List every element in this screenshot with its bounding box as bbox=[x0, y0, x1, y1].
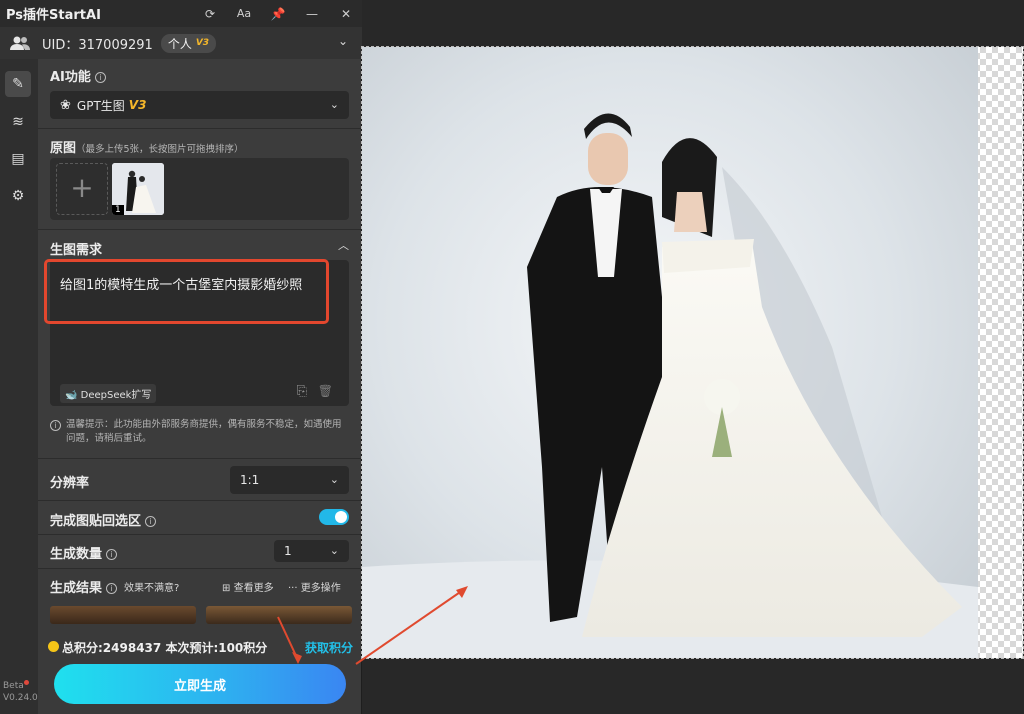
resolution-select[interactable]: 1:1 ⌄ bbox=[230, 466, 349, 494]
estimated-cost: 本次预计:100积分 bbox=[165, 641, 268, 655]
gpt-icon: ❀ bbox=[60, 97, 71, 113]
prompt-label: 生图需求 bbox=[50, 243, 103, 258]
coin-icon bbox=[48, 641, 59, 652]
side-rail: ✎ ≋ ▤ ⚙ bbox=[0, 59, 38, 714]
total-points: 总积分:2498437 bbox=[62, 641, 162, 655]
quantity-label: 生成数量 i bbox=[50, 543, 118, 562]
trash-icon[interactable]: 🗑 bbox=[318, 384, 333, 398]
ai-function-version: V3 bbox=[128, 98, 147, 112]
users-icon bbox=[10, 36, 30, 50]
image-list-icon: ⊞ bbox=[222, 583, 231, 594]
quantity-section: 生成数量 i 1 ⌄ bbox=[38, 535, 361, 569]
beta-label: Beta bbox=[3, 681, 24, 691]
view-more-button[interactable]: ⊞ 查看更多 bbox=[222, 579, 274, 594]
get-points-link[interactable]: 获取积分 bbox=[305, 639, 353, 656]
user-bar: UID：317009291 个人 V3 ⌄ bbox=[0, 27, 362, 59]
canvas-document[interactable] bbox=[361, 46, 1024, 659]
font-size-icon[interactable]: Aa bbox=[236, 7, 252, 20]
points-text: 总积分:2498437 本次预计:100积分 bbox=[62, 639, 267, 656]
source-thumbnail[interactable]: 1 bbox=[112, 163, 164, 215]
plan-badge: 个人 V3 bbox=[160, 33, 217, 53]
paste-back-section: 完成图贴回选区 i bbox=[38, 501, 361, 535]
info-icon[interactable]: i bbox=[106, 583, 118, 594]
history-icon[interactable]: ⎘ bbox=[297, 384, 307, 399]
ai-function-label: AI功能 i bbox=[50, 66, 106, 85]
source-image-section: 原图（最多上传5张，长按图片可拖拽排序） + 1 bbox=[38, 129, 361, 230]
generate-button[interactable]: 立即生成 bbox=[54, 664, 346, 704]
chevron-up-icon[interactable]: ︿ bbox=[338, 237, 349, 253]
deepseek-icon: 🐋 bbox=[65, 390, 78, 401]
minimize-icon[interactable]: — bbox=[304, 7, 320, 21]
ai-function-value: GPT生图 bbox=[76, 98, 125, 113]
info-icon[interactable]: i bbox=[145, 516, 157, 527]
paste-back-toggle[interactable] bbox=[319, 509, 349, 525]
quantity-select[interactable]: 1 ⌄ bbox=[274, 540, 349, 562]
results-label: 生成结果 i bbox=[50, 577, 118, 596]
result-image-2[interactable] bbox=[206, 606, 352, 624]
info-icon[interactable]: i bbox=[106, 549, 118, 560]
info-icon[interactable]: i bbox=[94, 72, 106, 83]
chevron-down-icon: ⌄ bbox=[329, 473, 339, 486]
title-bar: Ps插件StartAI ⟳ Aa 📌 — ✕ bbox=[0, 0, 362, 27]
unsatisfied-link[interactable]: 效果不满意? bbox=[124, 579, 179, 594]
points-bar: 总积分:2498437 本次预计:100积分 获取积分 bbox=[38, 631, 361, 661]
close-icon[interactable]: ✕ bbox=[338, 7, 354, 21]
ai-function-select[interactable]: ❀ GPT生图 V3 ⌄ bbox=[50, 91, 349, 119]
add-image-button[interactable]: + bbox=[56, 163, 108, 215]
chevron-down-icon: ⌄ bbox=[329, 544, 339, 557]
app-title: Ps插件StartAI bbox=[6, 8, 101, 23]
more-icon: ··· bbox=[288, 583, 298, 594]
service-tip: i 温馨提示：此功能由外部服务商提供，偶有服务不稳定，如遇使用问题，请稍后重试。 bbox=[50, 418, 345, 446]
refresh-icon[interactable]: ⟳ bbox=[202, 7, 218, 21]
results-header: 生成结果 i 效果不满意? ⊞ 查看更多 ··· 更多操作 bbox=[50, 577, 356, 596]
plan-label: 个人 bbox=[167, 36, 192, 51]
upload-area: + 1 bbox=[50, 158, 349, 220]
more-actions-button[interactable]: ··· 更多操作 bbox=[288, 579, 341, 594]
resolution-label: 分辨率 bbox=[50, 476, 90, 491]
wedding-photo bbox=[362, 47, 978, 658]
resolution-value: 1:1 bbox=[240, 473, 260, 487]
info-icon: i bbox=[50, 420, 61, 431]
resolution-section: 分辨率 1:1 ⌄ bbox=[38, 459, 361, 501]
result-image-1[interactable] bbox=[50, 606, 196, 624]
pin-icon[interactable]: 📌 bbox=[270, 7, 286, 21]
prompt-highlight-frame bbox=[44, 259, 329, 324]
deepseek-expand-button[interactable]: 🐋 DeepSeek扩写 bbox=[60, 384, 157, 403]
document-icon[interactable]: ▤ bbox=[5, 146, 31, 172]
user-id: UID：317009291 bbox=[42, 37, 153, 53]
edit-icon[interactable]: ✎ bbox=[5, 71, 31, 97]
paste-back-label: 完成图贴回选区 i bbox=[50, 510, 157, 529]
source-image-label: 原图（最多上传5张，长按图片可拖拽排序） bbox=[50, 141, 244, 156]
plan-version: V3 bbox=[195, 38, 210, 48]
chevron-down-icon[interactable]: ⌄ bbox=[338, 34, 348, 48]
gear-icon[interactable]: ⚙ bbox=[5, 183, 31, 209]
chevron-down-icon: ⌄ bbox=[329, 98, 339, 111]
version-info: Beta V0.24.0 bbox=[3, 680, 38, 704]
beta-dot bbox=[23, 680, 29, 685]
ai-function-section: AI功能 i ❀ GPT生图 V3 ⌄ bbox=[38, 59, 361, 129]
plugin-panel: Ps插件StartAI ⟳ Aa 📌 — ✕ UID：317009291 个人 … bbox=[0, 0, 362, 714]
thumbnail-index: 1 bbox=[112, 205, 124, 215]
version-number: V0.24.0 bbox=[3, 693, 38, 703]
quantity-value: 1 bbox=[284, 544, 292, 558]
layers-icon[interactable]: ≋ bbox=[5, 109, 31, 135]
